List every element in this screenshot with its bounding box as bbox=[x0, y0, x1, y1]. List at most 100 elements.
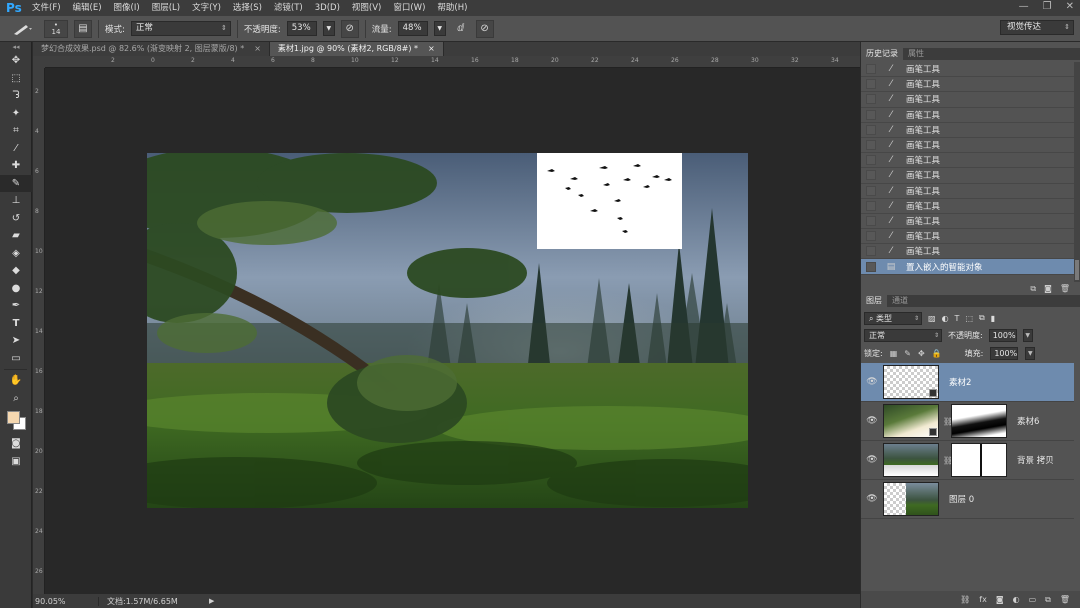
layer-name[interactable]: 素材2 bbox=[949, 376, 971, 388]
history-source-checkbox[interactable] bbox=[866, 155, 876, 166]
mode-dropdown[interactable]: 正常 ⇕ bbox=[130, 21, 231, 36]
menu-3d[interactable]: 3D(D) bbox=[309, 0, 346, 16]
history-item[interactable]: ⁄ 画笔工具 bbox=[861, 244, 1074, 260]
scrollbar-thumb[interactable] bbox=[1075, 260, 1079, 280]
layer-row[interactable]: 👁 ⛓ 背景 拷贝 bbox=[861, 441, 1074, 480]
layer-kind-filter-dropdown[interactable]: ⌕ 类型 ⇕ bbox=[864, 311, 922, 325]
brush-tool-icon[interactable]: ✎ bbox=[0, 174, 32, 192]
collapse-toolbox-icon[interactable]: ◂◂ bbox=[0, 42, 32, 52]
eyedropper-tool-icon[interactable]: ⁄ bbox=[0, 140, 32, 158]
lock-transparent-pixels-icon[interactable]: ▦ bbox=[890, 349, 898, 358]
link-layers-icon[interactable]: ⛓ bbox=[960, 591, 970, 608]
history-source-checkbox[interactable] bbox=[866, 140, 876, 151]
layer-row[interactable]: 👁 图层 0 bbox=[861, 480, 1074, 519]
fill-slider-toggle[interactable]: ▼ bbox=[1025, 346, 1036, 360]
pen-tool-icon[interactable]: ✒ bbox=[0, 297, 32, 315]
history-item[interactable]: ⁄ 画笔工具 bbox=[861, 199, 1074, 214]
history-source-checkbox[interactable] bbox=[866, 64, 876, 75]
ruler-origin[interactable] bbox=[33, 56, 45, 68]
menu-view[interactable]: 视图(V) bbox=[346, 0, 387, 16]
screen-mode-icon[interactable]: ▣ bbox=[0, 453, 32, 471]
new-layer-icon[interactable]: ⧉ bbox=[1045, 591, 1051, 608]
history-source-checkbox[interactable] bbox=[866, 231, 876, 242]
history-item[interactable]: ⁄ 画笔工具 bbox=[861, 138, 1074, 154]
marquee-tool-icon[interactable]: ⬚ bbox=[0, 70, 32, 88]
history-item[interactable]: ⁄ 画笔工具 bbox=[861, 214, 1074, 230]
restore-button[interactable]: ❐ bbox=[1043, 0, 1052, 14]
pressure-opacity-icon[interactable]: ⊘ bbox=[340, 19, 359, 38]
filter-adjustment-layers-icon[interactable]: ◐ bbox=[942, 314, 949, 323]
delete-state-icon[interactable]: 🗑 bbox=[1060, 282, 1070, 296]
lock-image-pixels-icon[interactable]: ✎ bbox=[904, 349, 911, 358]
layer-style-fx-icon[interactable]: fx bbox=[979, 591, 987, 608]
history-source-checkbox[interactable] bbox=[866, 200, 876, 211]
airbrush-icon[interactable]: ⅆ bbox=[452, 20, 470, 38]
foreground-color-swatch[interactable] bbox=[7, 411, 20, 424]
history-brush-tool-icon[interactable]: ↺ bbox=[0, 210, 32, 228]
mask-link-icon[interactable]: ⛓ bbox=[943, 417, 953, 426]
history-source-checkbox[interactable] bbox=[866, 170, 876, 181]
quick-mask-icon[interactable]: ◙ bbox=[0, 435, 32, 453]
history-source-checkbox[interactable] bbox=[866, 246, 876, 257]
zoom-level[interactable]: 90.05% bbox=[33, 596, 99, 606]
history-item[interactable]: ⁄ 画笔工具 bbox=[861, 168, 1074, 184]
menu-image[interactable]: 图像(I) bbox=[108, 0, 146, 16]
horizontal-ruler[interactable]: 2024681012141618202224262830323436 bbox=[45, 56, 860, 68]
layer-opacity-input[interactable]: 100% bbox=[988, 329, 1017, 342]
history-source-checkbox[interactable] bbox=[866, 124, 876, 135]
add-mask-icon[interactable]: ◙ bbox=[996, 591, 1004, 608]
lock-position-icon[interactable]: ✥ bbox=[918, 349, 925, 358]
new-group-folder-icon[interactable]: ▭ bbox=[1029, 591, 1037, 608]
status-menu-arrow-icon[interactable]: ▶ bbox=[209, 597, 214, 605]
visibility-eye-icon[interactable]: 👁 bbox=[861, 377, 883, 387]
menu-filter[interactable]: 滤镜(T) bbox=[268, 0, 309, 16]
history-item[interactable]: ▤ 置入嵌入的智能对象 bbox=[861, 259, 1074, 275]
magic-wand-tool-icon[interactable]: ✦ bbox=[0, 105, 32, 123]
visibility-eye-icon[interactable]: 👁 bbox=[861, 416, 883, 426]
layer-opacity-slider-toggle[interactable]: ▼ bbox=[1022, 329, 1033, 342]
filter-smart-objects-icon[interactable]: ⧉ bbox=[979, 313, 985, 323]
zoom-tool-icon[interactable]: ⌕ bbox=[0, 390, 32, 408]
lock-all-icon[interactable]: 🔒 bbox=[932, 349, 942, 358]
delete-layer-icon[interactable]: 🗑 bbox=[1060, 591, 1070, 608]
blend-mode-dropdown[interactable]: 正常 ⇕ bbox=[864, 329, 942, 342]
history-source-checkbox[interactable] bbox=[866, 261, 876, 272]
document-canvas[interactable] bbox=[147, 153, 748, 508]
close-tab-icon[interactable]: × bbox=[428, 42, 435, 56]
history-source-checkbox[interactable] bbox=[866, 94, 876, 105]
snapshot-camera-icon[interactable]: ◙ bbox=[1044, 282, 1052, 296]
hand-tool-icon[interactable]: ✋ bbox=[0, 372, 32, 390]
lasso-tool-icon[interactable]: ᘊ bbox=[0, 87, 32, 105]
filter-toggle-icon[interactable]: ▮ bbox=[991, 314, 995, 323]
history-item[interactable]: ⁄ 画笔工具 bbox=[861, 77, 1074, 93]
workspace-dropdown[interactable]: 视觉传达 ⇕ bbox=[1000, 20, 1074, 35]
brush-preset-icon[interactable] bbox=[8, 20, 38, 38]
layer-name[interactable]: 背景 拷贝 bbox=[1017, 454, 1054, 466]
document-tab-active[interactable]: 素材1.jpg @ 90% (素材2, RGB/8#) * × bbox=[269, 42, 444, 56]
vertical-ruler[interactable]: 2 4 6 8 10 12 14 16 18 20 22 24 26 bbox=[33, 68, 45, 594]
healing-brush-tool-icon[interactable]: ✚ bbox=[0, 157, 32, 175]
visibility-eye-icon[interactable]: 👁 bbox=[861, 455, 883, 465]
history-source-checkbox[interactable] bbox=[866, 109, 876, 120]
type-tool-icon[interactable]: T bbox=[0, 315, 32, 333]
layer-name[interactable]: 素材6 bbox=[1017, 415, 1039, 427]
history-item[interactable]: ⁄ 画笔工具 bbox=[861, 108, 1074, 123]
filter-pixel-layers-icon[interactable]: ▨ bbox=[928, 314, 936, 323]
history-item[interactable]: ⁄ 画笔工具 bbox=[861, 92, 1074, 108]
menu-edit[interactable]: 编辑(E) bbox=[67, 0, 108, 16]
mask-link-icon[interactable]: ⛓ bbox=[943, 456, 953, 465]
visibility-eye-icon[interactable]: 👁 bbox=[861, 494, 883, 504]
opacity-input[interactable]: 53% bbox=[286, 21, 317, 36]
filter-type-layers-icon[interactable]: T bbox=[955, 314, 960, 323]
tab-properties[interactable]: 属性 bbox=[903, 48, 929, 60]
history-source-checkbox[interactable] bbox=[866, 215, 876, 226]
history-item[interactable]: ⁄ 画笔工具 bbox=[861, 229, 1074, 245]
tab-channels[interactable]: 通道 bbox=[887, 295, 913, 307]
blur-tool-icon[interactable]: ◆ bbox=[0, 262, 32, 280]
new-document-from-state-icon[interactable]: ⧉ bbox=[1030, 282, 1036, 296]
rectangle-tool-icon[interactable]: ▭ bbox=[0, 350, 32, 368]
clone-stamp-tool-icon[interactable]: ⊥ bbox=[0, 192, 32, 210]
history-source-checkbox[interactable] bbox=[866, 185, 876, 196]
adjustment-layer-icon[interactable]: ◐ bbox=[1013, 591, 1020, 608]
history-item[interactable]: ⁄ 画笔工具 bbox=[861, 123, 1074, 138]
